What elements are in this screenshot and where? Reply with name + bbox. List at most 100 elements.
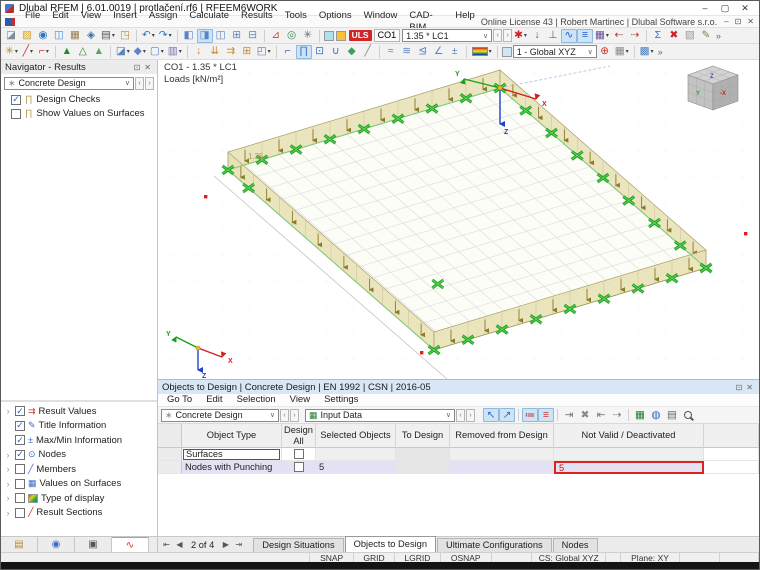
next-loading-icon[interactable]: ⇢ <box>627 29 643 43</box>
model-menu-icon[interactable] <box>5 17 15 26</box>
select-in-graphic-icon[interactable]: ↖ <box>483 408 499 422</box>
removed-cell[interactable] <box>450 448 554 461</box>
navigator-results-tab[interactable]: ∿ <box>112 537 149 552</box>
pin-icon[interactable]: ⊡ <box>734 383 745 392</box>
sync-selection-icon[interactable]: ↗ <box>499 408 515 422</box>
smooth-results-icon[interactable]: ≈ <box>383 45 399 59</box>
background-icon[interactable]: ▩ ▾ <box>638 45 656 59</box>
render-colors-icon[interactable]: ◆ <box>344 45 360 59</box>
clip-plane-icon[interactable]: ⌐ <box>280 45 296 59</box>
menu-item-edit[interactable]: Edit <box>200 394 228 406</box>
base-point-marker[interactable] <box>420 351 424 355</box>
show-loads-icon[interactable]: ↓ <box>529 29 545 43</box>
tree-item-max-min-information[interactable]: ✓ ± Max/Min Information <box>1 433 157 448</box>
tree-item-title-information[interactable]: ✓ ✎ Title Information <box>1 419 157 434</box>
import-model-icon[interactable]: ◪ <box>3 29 19 43</box>
support-table-icon[interactable]: ▲ <box>91 45 107 59</box>
table-view-icon[interactable]: ⊟ <box>245 29 261 43</box>
next-table-tab-button[interactable]: ▶ <box>219 538 232 552</box>
next-table-button[interactable]: › <box>290 408 299 422</box>
object-type-cell[interactable]: Surfaces <box>182 448 282 461</box>
archive-icon[interactable]: ▦ <box>67 29 83 43</box>
menu-item-go-to[interactable]: Go To <box>161 394 198 406</box>
maximize-button[interactable]: ▢ <box>715 1 735 15</box>
tree-item-members[interactable]: › ╱ Members <box>1 462 157 477</box>
save-icon[interactable]: ◈ <box>83 29 99 43</box>
show-values-row[interactable]: ∏ Show Values on Surfaces <box>1 106 157 120</box>
previous-loading-icon[interactable]: ⇠ <box>611 29 627 43</box>
edit-mode-icon[interactable]: ✎ <box>698 29 714 43</box>
grid-toggle[interactable]: GRID <box>352 552 394 563</box>
not-valid-cell[interactable] <box>554 448 704 461</box>
checkbox[interactable]: ✓ <box>15 420 25 431</box>
web-service-icon[interactable]: ◍ <box>648 408 664 422</box>
row-header[interactable] <box>158 448 182 461</box>
import-table-icon[interactable]: ⇤ <box>593 408 609 422</box>
show-values-checkbox[interactable] <box>11 108 21 119</box>
jump-to-row-icon[interactable]: ≔ <box>522 408 538 422</box>
table-group-combo[interactable]: ▦ Input Data ∨ <box>305 408 455 422</box>
hatch-results-icon[interactable]: ≋ <box>399 45 415 59</box>
previous-table-tab-button[interactable]: ◀ <box>173 538 186 552</box>
checkbox[interactable] <box>15 507 25 518</box>
wireframe-icon[interactable]: ∏ <box>295 44 312 59</box>
design-type-combo[interactable]: ∗ Concrete Design ∨ <box>161 408 279 422</box>
result-tables-icon[interactable]: ▦ ▾ <box>593 29 611 43</box>
print-table-icon[interactable]: ▤ <box>664 408 680 422</box>
checkbox[interactable] <box>15 493 25 504</box>
navigator-toggle-icon[interactable]: ◧ <box>181 29 197 43</box>
removed-cell[interactable] <box>450 461 554 474</box>
snap-toggle[interactable]: SNAP <box>309 552 352 563</box>
row-header[interactable] <box>158 461 182 474</box>
print-icon[interactable]: ▤ ▾ <box>99 29 117 43</box>
checkbox[interactable]: ✓ <box>15 449 25 460</box>
first-table-tab-button[interactable]: ⇤ <box>160 538 173 552</box>
next-design-button[interactable]: › <box>145 76 154 90</box>
previous-table-button[interactable]: ‹ <box>280 408 289 422</box>
display-settings-icon[interactable]: ✳ <box>300 29 316 43</box>
tab-objects-to-design[interactable]: Objects to Design <box>344 536 437 552</box>
nodal-load-icon[interactable]: ↓ <box>191 45 207 59</box>
render-mode-icon[interactable]: ▧ <box>682 29 698 43</box>
visibility-states-icon[interactable]: ◎ <box>284 29 300 43</box>
expander-icon[interactable]: › <box>4 464 12 474</box>
selected-objects-cell[interactable] <box>316 448 396 461</box>
grid-settings-icon[interactable]: ▦ ▾ <box>613 45 631 59</box>
design-all-checkbox[interactable] <box>293 462 304 472</box>
undo-icon[interactable]: ↶ ▾ <box>140 29 157 43</box>
minimize-button[interactable]: – <box>695 1 715 15</box>
view-cube[interactable]: Z Y -X <box>687 65 739 111</box>
clear-results-icon[interactable]: ✖ <box>666 29 682 43</box>
loading-combo[interactable]: 1.35 * LC1 ∨ <box>402 29 493 42</box>
close-icon[interactable]: ✕ <box>142 63 153 72</box>
pin-icon[interactable]: ⊡ <box>132 63 143 72</box>
partial-view-swatch[interactable] <box>323 30 334 41</box>
paste-icon[interactable]: ◳ <box>117 29 133 43</box>
export-excel-icon[interactable]: ▦ <box>632 408 648 422</box>
show-supports-icon[interactable]: ⊥ <box>545 29 561 43</box>
mdi-restore-button[interactable]: ⊡ <box>732 17 745 26</box>
mdi-close-button[interactable]: ✕ <box>744 17 757 26</box>
new-opening-icon[interactable]: ▢ ▾ <box>148 45 166 59</box>
load-wizard-icon[interactable]: ◰ ▾ <box>255 45 273 59</box>
checkbox[interactable] <box>15 464 25 475</box>
tree-item-nodes[interactable]: › ✓ ⊙ Nodes <box>1 448 157 463</box>
view-angle-icon[interactable]: ╱ <box>360 45 376 59</box>
object-type-cell[interactable]: Nodes with Punching <box>182 461 282 474</box>
selected-objects-cell[interactable]: 5 <box>316 461 396 474</box>
design-checks-checkbox[interactable]: ✓ <box>11 94 21 105</box>
model-viewport[interactable]: CO1 - 1.35 * LC1 Loads [kN/m²] 1.35 Y X … <box>158 60 759 379</box>
new-node-icon[interactable]: ✳ ▾ <box>3 45 20 59</box>
deform-scale-icon[interactable]: ± <box>447 45 463 59</box>
color-scale-icon[interactable]: ▾ <box>470 45 494 59</box>
slab-model[interactable] <box>221 69 713 356</box>
sync-model-icon[interactable]: ◉ <box>35 29 51 43</box>
tree-item-type-of-display[interactable]: › Type of display <box>1 491 157 506</box>
free-load-icon[interactable]: ⊞ <box>239 45 255 59</box>
copy-icon[interactable]: ◫ <box>51 29 67 43</box>
base-point-marker[interactable] <box>204 195 208 199</box>
new-solid-icon[interactable]: ◆ ▾ <box>132 45 148 59</box>
menu-item-selection[interactable]: Selection <box>231 394 282 406</box>
expander-icon[interactable]: › <box>4 479 12 489</box>
base-point-marker[interactable] <box>744 232 748 236</box>
